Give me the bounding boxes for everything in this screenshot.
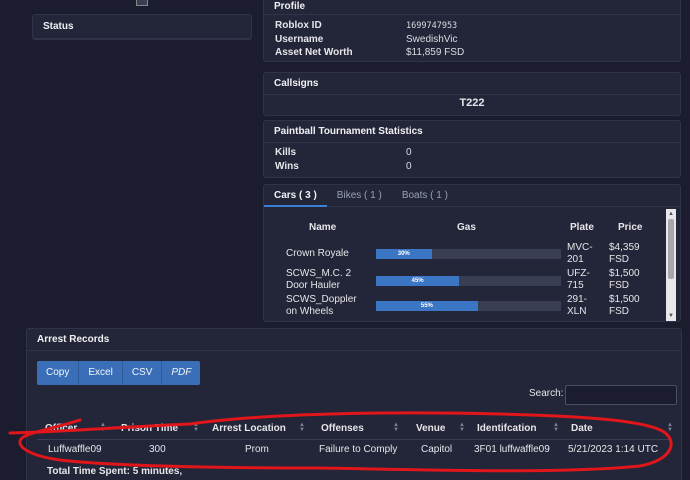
plate-line1: UFZ- [567, 268, 590, 279]
tab-cars[interactable]: Cars ( 3 ) [264, 185, 327, 207]
copy-button[interactable]: Copy [37, 361, 80, 385]
arrest-records-panel: Arrest Records Copy Excel CSV PDF Search… [26, 328, 682, 480]
status-title: Status [33, 15, 251, 39]
col-header-date[interactable]: Date [571, 423, 593, 434]
cell-offenses: Failure to Comply [319, 444, 398, 455]
kills-value: 0 [406, 147, 412, 158]
car-name-line2: Door Hauler [286, 280, 340, 291]
tab-boats[interactable]: Boats ( 1 ) [392, 185, 458, 206]
username-label: Username [275, 34, 324, 45]
price-line2: FSD [609, 280, 629, 291]
col-header-name: Name [309, 222, 337, 233]
wins-label: Wins [275, 161, 299, 172]
table-header-divider [37, 439, 671, 440]
sort-icon[interactable]: ▲ ▼ [100, 422, 106, 433]
wins-value: 0 [406, 161, 412, 172]
sort-icon[interactable]: ▲ ▼ [459, 422, 465, 433]
vehicles-panel: Cars ( 3 ) Bikes ( 1 ) Boats ( 1 ) Name … [263, 184, 681, 322]
car-name-line1: Crown Royale [286, 248, 349, 259]
pdf-button[interactable]: PDF [162, 361, 201, 385]
col-header-identification[interactable]: Identifcation [477, 423, 536, 434]
gas-bar-fill: 45% [376, 276, 460, 286]
cell-arrest-location: Prom [245, 444, 269, 455]
sort-icon[interactable]: ▲ ▼ [193, 422, 199, 433]
car-name: SCWS_Doppler on Wheels [286, 294, 366, 318]
arrest-records-title: Arrest Records [27, 329, 681, 351]
price-line2: FSD [609, 254, 629, 265]
col-header-arrest-location[interactable]: Arrest Location [212, 423, 286, 434]
plate-line1: MVC- [567, 242, 593, 253]
profile-panel: Profile Roblox ID 1699747953 Username Sw… [263, 0, 681, 62]
car-price: $1,500 FSD [609, 268, 640, 292]
status-panel: Status [32, 14, 252, 40]
col-header-offenses[interactable]: Offenses [321, 423, 364, 434]
cell-date: 5/21/2023 1:14 UTC [568, 444, 659, 455]
gas-bar: 55% [376, 301, 561, 311]
csv-button[interactable]: CSV [122, 361, 163, 385]
broken-image-icon [136, 0, 148, 6]
roblox-id-value: 1699747953 [406, 21, 458, 31]
col-header-officer[interactable]: Officer [45, 423, 77, 434]
total-time-spent: Total Time Spent: 5 minutes, [47, 466, 183, 477]
cell-identification: 3F01 luffwaffle09 [474, 444, 550, 455]
car-name-line1: SCWS_Doppler [286, 294, 357, 305]
car-plate: 291- XLN [567, 294, 587, 318]
col-header-plate: Plate [570, 222, 594, 233]
username-value: SwedishVic [406, 34, 458, 45]
callsigns-title: Callsigns [264, 73, 680, 95]
car-name-line1: SCWS_M.C. 2 [286, 268, 352, 279]
paintball-stats-panel: Paintball Tournament Statistics Kills 0 … [263, 120, 681, 178]
gas-bar: 30% [376, 249, 561, 259]
cell-officer: Luffwaffle09 [48, 444, 102, 455]
vehicles-scrollbar[interactable]: ▲ ▼ [666, 209, 676, 321]
callsign-value: T222 [459, 97, 485, 109]
net-worth-label: Asset Net Worth [275, 47, 353, 58]
scrollbar-thumb[interactable] [668, 219, 674, 279]
car-name: SCWS_M.C. 2 Door Hauler [286, 268, 366, 292]
gas-bar-fill: 30% [376, 249, 432, 259]
search-input[interactable] [565, 385, 677, 405]
cell-prison-time: 300 [149, 444, 166, 455]
callsigns-panel: Callsigns T222 [263, 72, 681, 116]
scroll-down-arrow-icon[interactable]: ▼ [667, 312, 675, 320]
gas-bar-fill: 55% [376, 301, 478, 311]
excel-button[interactable]: Excel [79, 361, 123, 385]
export-button-group: Copy Excel CSV PDF [37, 361, 201, 385]
car-price: $4,359 FSD [609, 242, 640, 266]
sort-icon[interactable]: ▲ ▼ [553, 422, 559, 433]
plate-line2: XLN [567, 306, 587, 317]
sort-icon[interactable]: ▲ ▼ [667, 422, 673, 433]
gas-bar: 45% [376, 276, 561, 286]
sort-icon[interactable]: ▲ ▼ [393, 422, 399, 433]
car-price: $1,500 FSD [609, 294, 640, 318]
vehicle-tabs: Cars ( 3 ) Bikes ( 1 ) Boats ( 1 ) [264, 185, 680, 207]
plate-line2: 201 [567, 254, 584, 265]
col-header-price: Price [618, 222, 643, 233]
car-name: Crown Royale [286, 248, 366, 260]
col-header-gas: Gas [457, 222, 476, 233]
profile-title: Profile [264, 0, 680, 15]
plate-line2: 715 [567, 280, 584, 291]
paintball-title: Paintball Tournament Statistics [264, 121, 680, 143]
scroll-up-arrow-icon[interactable]: ▲ [667, 210, 675, 218]
kills-label: Kills [275, 147, 297, 158]
tab-bikes[interactable]: Bikes ( 1 ) [327, 185, 392, 206]
col-header-venue[interactable]: Venue [416, 423, 445, 434]
price-line1: $1,500 [609, 294, 640, 305]
price-line1: $1,500 [609, 268, 640, 279]
car-plate: MVC- 201 [567, 242, 593, 266]
price-line1: $4,359 [609, 242, 640, 253]
sort-icon[interactable]: ▲ ▼ [299, 422, 305, 433]
car-name-line2: on Wheels [286, 306, 334, 317]
car-plate: UFZ- 715 [567, 268, 590, 292]
search-label: Search: [529, 388, 564, 399]
cell-venue: Capitol [421, 444, 453, 455]
plate-line1: 291- [567, 294, 588, 305]
price-line2: FSD [609, 306, 629, 317]
net-worth-value: $11,859 FSD [406, 47, 465, 58]
col-header-prison-time[interactable]: Prison Time [121, 423, 178, 434]
roblox-id-label: Roblox ID [275, 20, 322, 31]
